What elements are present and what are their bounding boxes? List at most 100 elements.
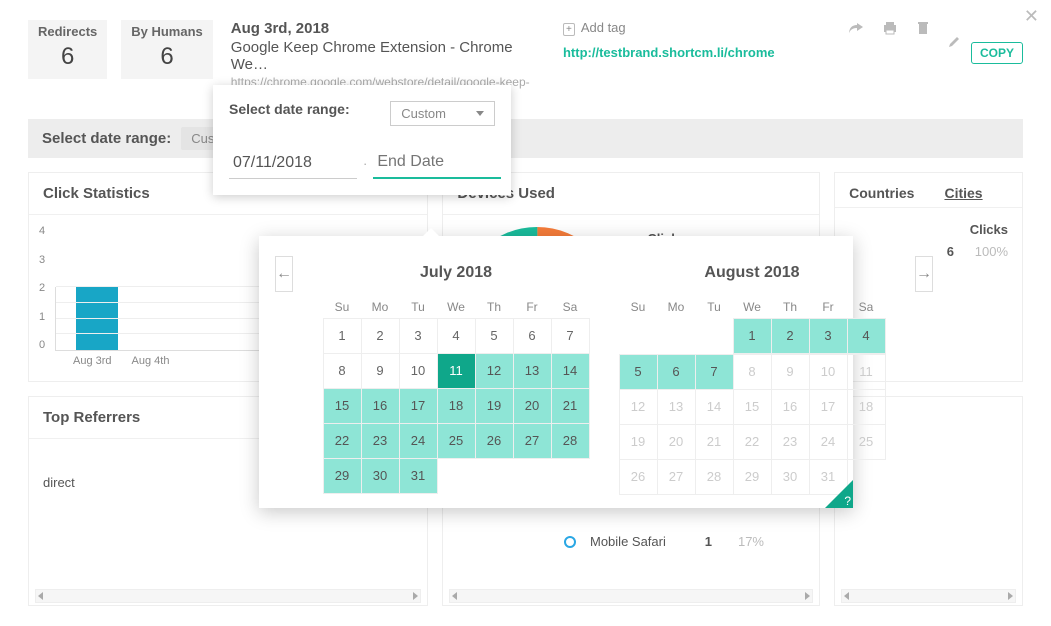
calendar-day[interactable]: 18	[437, 388, 476, 424]
calendar-dow: Fr	[809, 296, 847, 318]
tab-cities[interactable]: Cities	[944, 185, 982, 201]
calendar-day: 9	[771, 354, 810, 390]
calendar-dow: Th	[475, 296, 513, 318]
calendar-day[interactable]: 16	[361, 388, 400, 424]
calendar-day[interactable]: 14	[551, 353, 590, 389]
calendar-day: 26	[619, 459, 658, 495]
calendar-day: 29	[733, 459, 772, 495]
calendar-day: 14	[695, 389, 734, 425]
calendar-day[interactable]: 20	[513, 388, 552, 424]
calendar-day[interactable]: 15	[323, 388, 362, 424]
scrollbar[interactable]	[841, 589, 1016, 603]
calendar-day: 17	[809, 389, 848, 425]
print-icon[interactable]	[881, 20, 899, 36]
calendar-day[interactable]: 30	[361, 458, 400, 494]
calendar-day[interactable]: 26	[475, 423, 514, 459]
browser-color-icon	[564, 536, 576, 548]
calendar-day[interactable]: 2	[361, 318, 400, 354]
calendar-day: 16	[771, 389, 810, 425]
calendar-dow: Mo	[361, 296, 399, 318]
chevron-down-icon	[476, 111, 484, 116]
calendar-day: 19	[619, 424, 658, 460]
calendar-day: 28	[695, 459, 734, 495]
calendar-day[interactable]: 25	[437, 423, 476, 459]
link-date: Aug 3rd, 2018	[231, 20, 549, 37]
calendar-day[interactable]: 12	[475, 353, 514, 389]
calendar-day[interactable]: 27	[513, 423, 552, 459]
calendar-day[interactable]: 3	[809, 318, 848, 354]
calendar-day[interactable]: 5	[619, 354, 658, 390]
calendar-day[interactable]: 3	[399, 318, 438, 354]
tab-countries[interactable]: Countries	[849, 185, 914, 201]
calendar-dow: Sa	[551, 296, 589, 318]
calendar-day[interactable]: 6	[513, 318, 552, 354]
short-url-link[interactable]: http://testbrand.shortcm.li/chrome	[563, 45, 833, 60]
calendar-day[interactable]: 8	[323, 353, 362, 389]
calendar-day: 22	[733, 424, 772, 460]
calendar-day[interactable]: 11	[437, 353, 476, 389]
date-range-bar: Select date range: Custom	[28, 119, 1023, 158]
calendar-day[interactable]: 19	[475, 388, 514, 424]
calendar-dow: Tu	[399, 296, 437, 318]
calendar-day[interactable]: 4	[847, 318, 886, 354]
calendar-day[interactable]: 1	[323, 318, 362, 354]
chart-bar	[76, 287, 118, 350]
date-range-popup: Select date range: Custom ·	[213, 85, 511, 195]
calendar-day: 25	[847, 424, 886, 460]
calendar-day[interactable]: 4	[437, 318, 476, 354]
calendar-dow: Su	[323, 296, 361, 318]
humans-value: 6	[131, 43, 203, 71]
month-title: August 2018	[619, 256, 885, 296]
start-date-input[interactable]	[229, 148, 357, 179]
pencil-icon[interactable]	[947, 35, 961, 49]
calendar-day[interactable]: 2	[771, 318, 810, 354]
calendar-day: 23	[771, 424, 810, 460]
calendar-day[interactable]: 5	[475, 318, 514, 354]
calendar-day: 27	[657, 459, 696, 495]
calendar-day[interactable]: 9	[361, 353, 400, 389]
calendar-dow: Mo	[657, 296, 695, 318]
calendar-day[interactable]: 28	[551, 423, 590, 459]
calendar-day[interactable]: 6	[657, 354, 696, 390]
calendar-day[interactable]: 17	[399, 388, 438, 424]
prev-month-button[interactable]: ←	[275, 256, 293, 292]
calendar-day[interactable]: 10	[399, 353, 438, 389]
humans-stat: By Humans 6	[121, 20, 213, 79]
calendar-day: 18	[847, 389, 886, 425]
calendar-day[interactable]: 31	[399, 458, 438, 494]
calendar-day[interactable]: 7	[551, 318, 590, 354]
date-range-label: Select date range:	[42, 130, 171, 147]
calendar-day[interactable]: 7	[695, 354, 734, 390]
calendar-day[interactable]: 29	[323, 458, 362, 494]
calendar-day[interactable]: 1	[733, 318, 772, 354]
close-icon[interactable]: ✕	[1024, 6, 1039, 27]
add-tag-button[interactable]: +Add tag	[563, 20, 833, 35]
calendar-day: 10	[809, 354, 848, 390]
scrollbar[interactable]	[35, 589, 421, 603]
calendar-day[interactable]: 22	[323, 423, 362, 459]
copy-button[interactable]: COPY	[971, 42, 1023, 64]
calendar-dow: Th	[771, 296, 809, 318]
help-icon[interactable]: ?	[825, 480, 853, 508]
chart-y-axis: 43210	[39, 225, 49, 351]
next-month-button[interactable]: →	[915, 256, 933, 292]
calendar-day: 8	[733, 354, 772, 390]
calendar-popup: ← July 2018 SuMoTuWeThFrSa12345678910111…	[259, 236, 853, 508]
share-icon[interactable]	[847, 20, 865, 36]
calendar-day[interactable]: 13	[513, 353, 552, 389]
calendar-day: 15	[733, 389, 772, 425]
redirects-label: Redirects	[38, 24, 97, 39]
table-row: Mobile Safari 1 17%	[564, 534, 764, 549]
range-type-select[interactable]: Custom	[390, 101, 495, 126]
calendar-day[interactable]: 24	[399, 423, 438, 459]
calendar-day: 13	[657, 389, 696, 425]
link-title: Google Keep Chrome Extension - Chrome We…	[231, 39, 549, 73]
calendar-dow: We	[733, 296, 771, 318]
humans-label: By Humans	[131, 24, 203, 39]
trash-icon[interactable]	[915, 20, 931, 36]
end-date-input[interactable]	[373, 147, 501, 179]
calendar-dow: Su	[619, 296, 657, 318]
calendar-day[interactable]: 21	[551, 388, 590, 424]
scrollbar[interactable]	[449, 589, 813, 603]
calendar-day[interactable]: 23	[361, 423, 400, 459]
